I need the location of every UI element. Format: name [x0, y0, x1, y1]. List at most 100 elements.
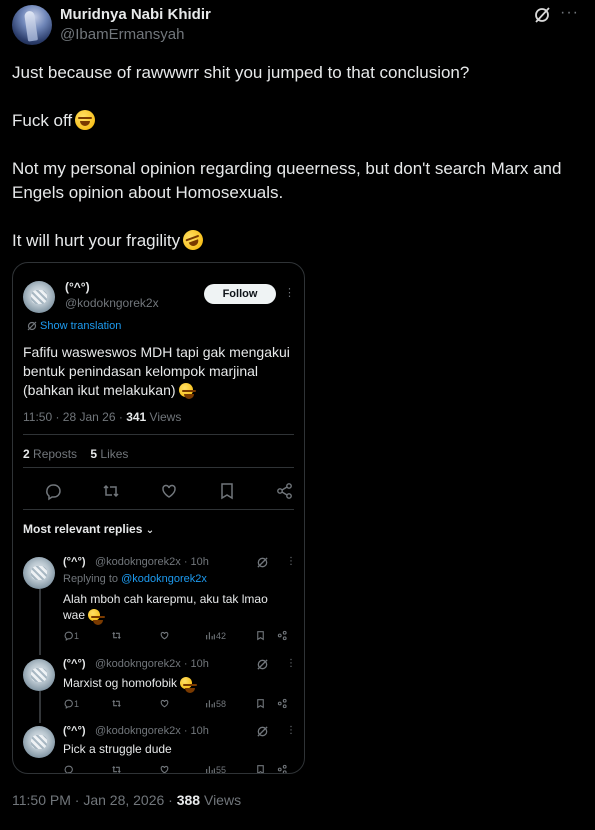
views-button[interactable]: 55: [205, 763, 226, 773]
grok-icon[interactable]: [256, 658, 269, 671]
bookmark-button[interactable]: [255, 763, 266, 773]
reply-icon[interactable]: [43, 481, 63, 501]
embedded-quote-card[interactable]: (°^°) @kodokngorek2x Follow ⋮ Show trans…: [12, 262, 305, 774]
repost-button[interactable]: [111, 697, 122, 711]
repost-button[interactable]: [111, 629, 122, 643]
author-handle[interactable]: @IbamErmansyah: [60, 26, 184, 43]
reply-icon: [64, 765, 73, 773]
divider: [23, 509, 294, 510]
quoted-action-bar: [23, 481, 293, 501]
more-icon[interactable]: ⋮: [286, 725, 296, 736]
reply-avatar[interactable]: [23, 557, 55, 589]
reply-count: 1: [74, 631, 80, 641]
reply-avatar[interactable]: [23, 726, 55, 758]
more-icon[interactable]: ⋮: [284, 286, 295, 299]
laughing-emoji-icon: [88, 609, 106, 625]
replying-to: Replying to @kodokngorek2x: [63, 573, 207, 585]
repost-icon[interactable]: [101, 481, 121, 501]
reply-action-bar: 1 42: [63, 629, 293, 643]
follow-button[interactable]: Follow: [204, 284, 276, 304]
post-paragraph: Not my personal opinion regarding queern…: [12, 159, 562, 202]
bookmark-button[interactable]: [255, 629, 266, 643]
reply-handle-time: @kodokngorek2x · 10h: [95, 556, 209, 568]
reply-avatar[interactable]: [23, 659, 55, 691]
share-button[interactable]: [277, 697, 288, 711]
repost-icon: [112, 631, 121, 640]
thread-line: [39, 589, 41, 655]
like-icon: [160, 631, 169, 640]
reply-button[interactable]: [63, 763, 74, 773]
reply-author-name[interactable]: (°^°): [63, 556, 86, 568]
bookmark-icon: [257, 765, 264, 773]
quoted-meta: 11:50 · 28 Jan 26 · 341 Views: [23, 410, 181, 424]
grok-icon[interactable]: [256, 725, 269, 738]
bookmark-icon[interactable]: [217, 481, 237, 501]
share-icon: [277, 764, 287, 773]
replying-prefix: Replying to: [63, 573, 122, 585]
quoted-author-name[interactable]: (°^°): [65, 280, 90, 294]
show-translation-label: Show translation: [40, 320, 122, 332]
reply-action-bar: 55: [63, 763, 293, 773]
share-button[interactable]: [277, 629, 288, 643]
like-button[interactable]: [159, 763, 170, 773]
repost-icon: [112, 699, 121, 708]
reply-button[interactable]: 1: [63, 697, 79, 711]
divider: [23, 434, 294, 435]
reply-text: Alah mboh cah karepmu, aku tak lmao wae: [63, 591, 288, 625]
author-name[interactable]: Muridnya Nabi Khidir: [60, 6, 211, 23]
grok-icon[interactable]: [533, 6, 551, 24]
replies-sort-dropdown[interactable]: Most relevant replies ⌄: [23, 522, 154, 536]
reply-handle-time: @kodokngorek2x · 10h: [95, 658, 209, 670]
like-button[interactable]: [159, 697, 170, 711]
replies-heading: Most relevant replies: [23, 522, 143, 536]
reposts-stat[interactable]: 2 Reposts: [23, 447, 77, 461]
repost-button[interactable]: [111, 763, 122, 773]
quoted-text: Fafifu wasweswos MDH tapi gak mengakui b…: [23, 343, 298, 400]
quoted-text-content: Fafifu wasweswos MDH tapi gak mengakui b…: [23, 344, 290, 398]
laughing-emoji-icon: [180, 677, 198, 693]
reply-text-content: Marxist og homofobik: [63, 676, 178, 690]
like-button[interactable]: [159, 629, 170, 643]
reply-text: Marxist og homofobik: [63, 675, 288, 693]
replying-to-handle[interactable]: @kodokngorek2x: [121, 573, 207, 585]
views-icon: [206, 700, 215, 708]
rofl-emoji-icon: [180, 227, 206, 253]
translate-icon: [27, 321, 37, 331]
share-icon[interactable]: [275, 481, 295, 501]
laughing-emoji-icon: [178, 383, 196, 399]
author-avatar[interactable]: [12, 5, 52, 45]
views-button[interactable]: 42: [205, 629, 226, 643]
views-icon: [206, 766, 215, 773]
show-translation-link[interactable]: Show translation: [27, 320, 121, 332]
more-icon[interactable]: ⋮: [286, 658, 296, 669]
reply-author-name[interactable]: (°^°): [63, 725, 86, 737]
share-button[interactable]: [277, 763, 288, 773]
thread-line: [39, 691, 41, 723]
reply-action-bar: 1 58: [63, 697, 293, 711]
reply-author-name[interactable]: (°^°): [63, 658, 86, 670]
post: Muridnya Nabi Khidir @IbamErmansyah ··· …: [0, 0, 595, 830]
share-icon: [277, 630, 287, 641]
reply-icon: [64, 631, 73, 641]
grok-icon[interactable]: [256, 556, 269, 569]
reply-handle-time: @kodokngorek2x · 10h: [95, 725, 209, 737]
post-timestamp[interactable]: 11:50 PM · Jan 28, 2026 ·: [12, 792, 177, 808]
post-meta: 11:50 PM · Jan 28, 2026 · 388 Views: [12, 792, 241, 808]
quoted-views-count: 341: [126, 410, 147, 424]
bookmark-button[interactable]: [255, 697, 266, 711]
reply-button[interactable]: 1: [63, 629, 79, 643]
bookmark-icon: [257, 699, 264, 709]
likes-stat[interactable]: 5 Likes: [90, 447, 128, 461]
quoted-avatar[interactable]: [23, 281, 55, 313]
reposts-count: 2: [23, 447, 30, 461]
laughing-emoji-icon: [75, 110, 96, 130]
views-button[interactable]: 58: [205, 697, 226, 711]
like-icon: [160, 699, 169, 708]
more-icon[interactable]: ⋮: [286, 556, 296, 567]
quoted-author-handle[interactable]: @kodokngorek2x: [65, 296, 159, 310]
more-icon[interactable]: ···: [560, 5, 578, 24]
like-icon: [160, 765, 169, 773]
reply-views: 42: [216, 631, 227, 641]
reposts-label: Reposts: [29, 447, 78, 461]
like-icon[interactable]: [159, 481, 179, 501]
